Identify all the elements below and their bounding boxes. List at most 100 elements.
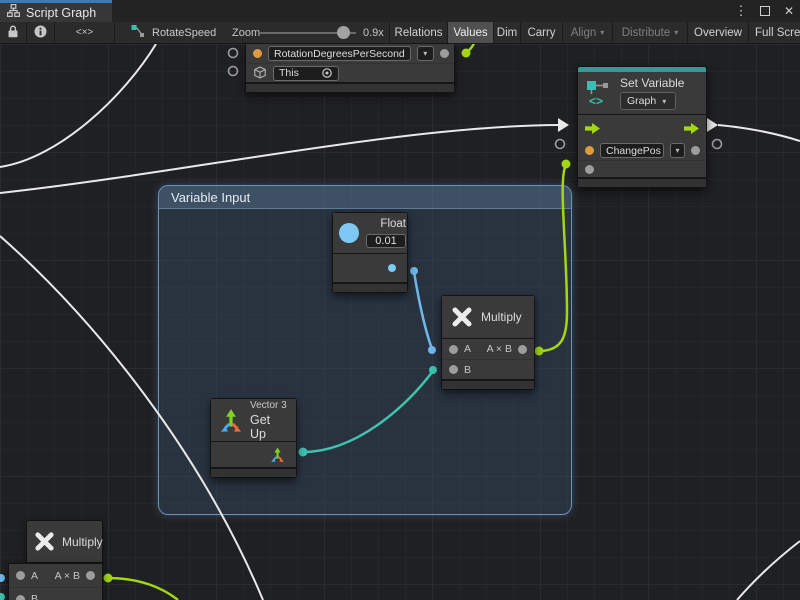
graph-breadcrumb-rotatespeed[interactable]: RotateSpeed	[115, 22, 227, 43]
node-header: <> Set Variable Graph ▾	[578, 72, 706, 114]
chevron-down-icon: ▾	[662, 97, 666, 106]
port-value-output[interactable]	[440, 49, 449, 58]
carry-button[interactable]: Carry	[521, 22, 563, 43]
graph-icon	[7, 4, 20, 22]
target-row: This	[246, 63, 454, 82]
input-b-row: B	[442, 359, 534, 379]
dim-button[interactable]: Dim	[494, 22, 521, 43]
variable-dropdown-button[interactable]: ▾	[670, 143, 685, 158]
value-input-row	[578, 160, 706, 177]
distribute-button[interactable]: Distribute▾	[613, 22, 688, 43]
code-icon: <×>	[76, 27, 94, 38]
variable-name-row: ChangePos ▾	[578, 141, 706, 160]
output-row	[211, 442, 296, 467]
chevron-down-icon: ▾	[600, 28, 604, 37]
node-footer	[211, 469, 296, 477]
node-type-label: Vector 3	[250, 400, 288, 411]
target-field[interactable]: This	[273, 66, 339, 81]
variable-name-row: RotationDegreesPerSecond ▾	[246, 44, 454, 63]
zoom-slider-handle[interactable]	[337, 26, 350, 39]
node-footer	[442, 381, 534, 389]
node-set-variable[interactable]: <> Set Variable Graph ▾ ChangePos	[577, 66, 707, 188]
lock-button[interactable]	[0, 22, 27, 43]
chevron-down-icon: ▾	[423, 49, 427, 58]
float-value-field[interactable]: 0.01	[366, 234, 406, 248]
node-multiply[interactable]: Multiply A A × B B	[441, 295, 535, 390]
port-ring[interactable]	[556, 140, 565, 149]
wire-end-dot	[429, 366, 437, 374]
flow-input-arrow-icon[interactable]	[585, 123, 600, 134]
wire-green-multiply2-output	[108, 578, 178, 600]
code-view-button[interactable]: <×>	[55, 22, 115, 43]
window-menu-icon[interactable]: ⋮	[734, 3, 748, 19]
node-title: Float	[380, 218, 406, 230]
zoom-value: 0.9x	[363, 22, 384, 43]
maximize-icon[interactable]	[758, 3, 772, 19]
flow-output-arrow-icon[interactable]	[684, 123, 699, 134]
wire-white-to-set-variable	[0, 125, 558, 193]
info-button[interactable]	[27, 22, 55, 43]
port-vector3-output[interactable]	[270, 447, 285, 462]
overview-button[interactable]: Overview	[688, 22, 749, 43]
script-machine-icon	[131, 24, 145, 41]
wire-end-dot	[562, 160, 571, 169]
wire-end-dot	[462, 49, 471, 58]
variable-scope-dropdown[interactable]: Graph ▾	[620, 92, 676, 110]
cube-icon	[253, 66, 267, 80]
node-float-literal[interactable]: Float 0.01	[332, 212, 408, 293]
node-multiply-2[interactable]: Multiply A A × B B	[8, 520, 103, 600]
node-footer	[578, 179, 706, 187]
node-footer	[246, 84, 454, 92]
port-ring[interactable]	[229, 67, 238, 76]
zoom-label: Zoom	[232, 22, 260, 43]
flow-arrow-in	[558, 118, 569, 132]
graph-canvas[interactable]: Variable Input Rot	[0, 44, 800, 600]
window-tab-bar: Script Graph ⋮ ✕	[0, 0, 800, 22]
node-title: Set Variable	[620, 76, 684, 90]
port-ring[interactable]	[713, 140, 722, 149]
breadcrumb-label: RotateSpeed	[152, 27, 216, 39]
vector3-icon	[219, 408, 243, 432]
relations-button[interactable]: Relations	[389, 22, 448, 43]
close-icon[interactable]: ✕	[782, 3, 796, 19]
port-variable-name[interactable]	[253, 49, 262, 58]
port-variable-name[interactable]	[585, 146, 594, 155]
variable-dropdown-button[interactable]: ▾	[417, 46, 434, 61]
port-result-output[interactable]	[86, 571, 95, 580]
flow-row	[578, 115, 706, 141]
port-value-output[interactable]	[691, 146, 700, 155]
port-b-input[interactable]	[16, 595, 25, 600]
wire-end-dot	[0, 593, 5, 600]
info-icon	[34, 25, 47, 41]
full-screen-button[interactable]: Full Screen	[749, 22, 800, 43]
node-get-variable[interactable]: RotationDegreesPerSecond ▾ This	[245, 44, 455, 93]
align-button[interactable]: Align▾	[563, 22, 613, 43]
wire-end-dot	[0, 574, 5, 582]
wire-white-from-set-variable	[718, 125, 800, 141]
svg-text:<>: <>	[589, 94, 603, 107]
wire-end-dot	[535, 347, 544, 356]
variable-name-field[interactable]: RotationDegreesPerSecond	[268, 46, 411, 61]
wire-end-dot	[428, 346, 436, 354]
tab-script-graph[interactable]: Script Graph	[0, 0, 112, 22]
target-picker-icon[interactable]	[321, 67, 333, 79]
tab-title: Script Graph	[26, 6, 96, 20]
chevron-down-icon: ▾	[675, 146, 679, 155]
port-value-input[interactable]	[585, 165, 594, 174]
wire-end-dot	[410, 267, 418, 275]
chevron-down-icon: ▾	[674, 28, 678, 37]
port-a-input[interactable]	[449, 345, 458, 354]
port-result-output[interactable]	[518, 345, 527, 354]
multiply-x-icon	[33, 530, 56, 553]
flow-arrow-out	[707, 118, 718, 132]
node-header: Vector 3 Get Up	[211, 399, 296, 441]
input-a-row: A A × B	[442, 339, 534, 359]
port-b-input[interactable]	[449, 365, 458, 374]
node-vector3-get-up[interactable]: Vector 3 Get Up	[210, 398, 297, 478]
port-ring[interactable]	[229, 49, 238, 58]
values-button[interactable]: Values	[448, 22, 494, 43]
port-a-input[interactable]	[16, 571, 25, 580]
wire-teal-getup-to-multiply-b	[303, 371, 433, 452]
variable-name-field[interactable]: ChangePos	[600, 143, 664, 158]
port-float-output[interactable]	[388, 264, 396, 272]
